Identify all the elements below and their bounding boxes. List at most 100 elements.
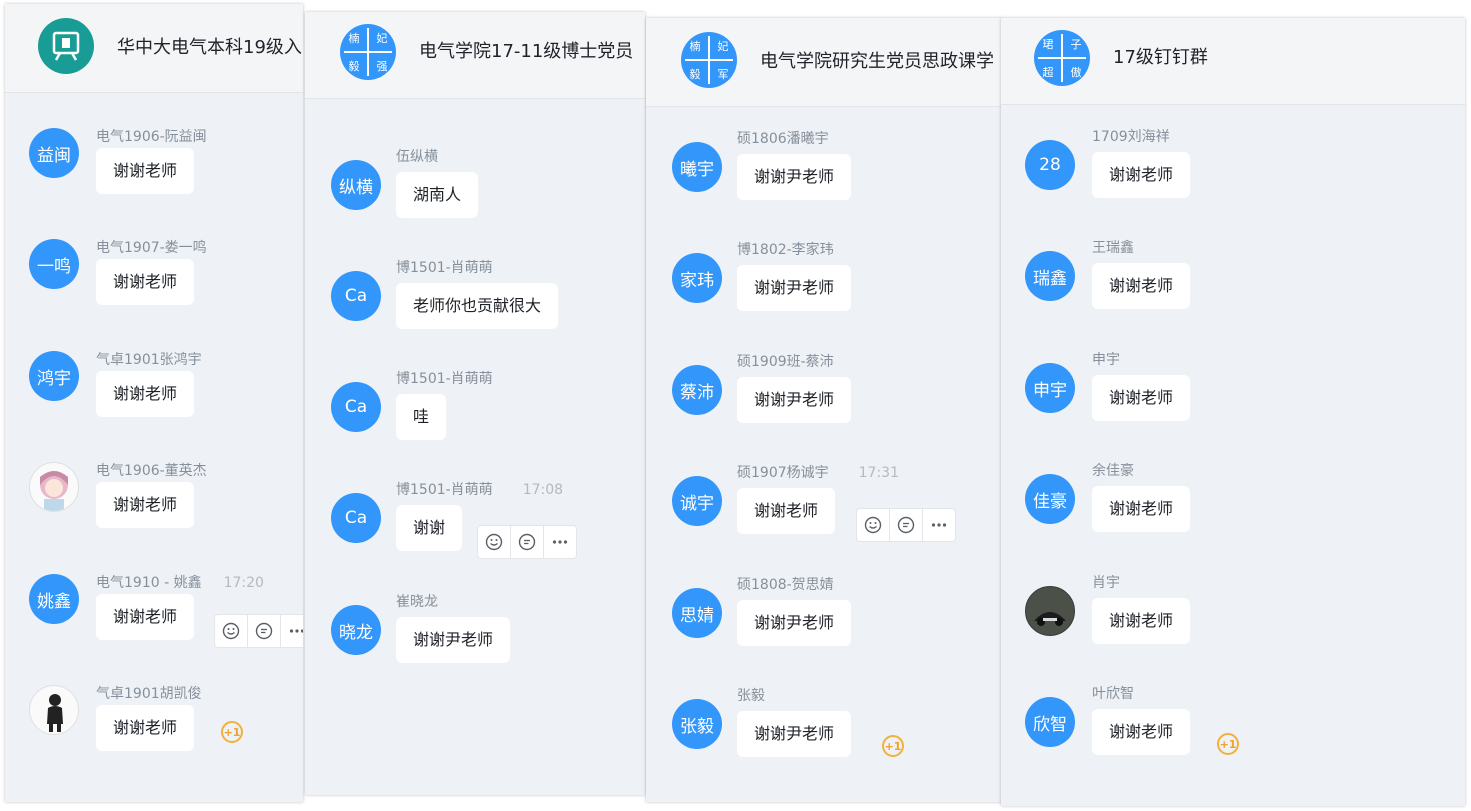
message-item: 益闽 电气1906-阮益闽 谢谢老师 bbox=[5, 128, 303, 228]
plus-one-badge[interactable]: +1 bbox=[882, 735, 904, 757]
message-item: 申宇 申宇 谢谢老师 bbox=[1001, 352, 1465, 463]
message-bubble[interactable]: 谢谢老师 bbox=[1092, 598, 1191, 644]
avatar[interactable]: Ca bbox=[331, 271, 381, 321]
message-bubble[interactable]: 谢谢老师 bbox=[96, 371, 195, 417]
group-title: 电气学院研究生党员思政课学 bbox=[760, 51, 994, 72]
anime-girl-avatar-icon[interactable] bbox=[29, 462, 79, 512]
group-avatar-char: 妃 bbox=[376, 32, 388, 45]
message-item: 思婧 硕1808-贺思婧 谢谢尹老师 bbox=[646, 577, 1002, 688]
more-button[interactable] bbox=[544, 526, 576, 558]
message-bubble[interactable]: 哇 bbox=[396, 394, 447, 440]
avatar[interactable]: 诚宇 bbox=[672, 476, 722, 526]
message-bubble[interactable]: 谢谢老师 bbox=[1092, 375, 1191, 421]
emoji-reaction-button[interactable] bbox=[478, 526, 511, 558]
avatar[interactable]: 佳豪 bbox=[1025, 474, 1075, 524]
message-item: 电气1906-董英杰 谢谢老师 bbox=[5, 462, 303, 562]
emoji-reaction-button[interactable] bbox=[857, 509, 890, 541]
chat-panel-2: 楠 妃 毅 强 电气学院17-11级博士党员 纵横 伍纵横 湖南人 Ca 博15… bbox=[305, 12, 645, 795]
message-time: 17:08 bbox=[522, 482, 564, 498]
reply-button[interactable] bbox=[890, 509, 923, 541]
plus-one-badge[interactable]: +1 bbox=[1217, 733, 1239, 755]
message-bubble[interactable]: 谢谢老师 bbox=[96, 482, 195, 528]
message-bubble[interactable]: 谢谢老师 bbox=[1092, 263, 1191, 309]
message-time: 17:31 bbox=[858, 465, 899, 481]
avatar[interactable]: 晓龙 bbox=[331, 605, 381, 655]
sender-name: 电气1907-娄一鸣 bbox=[96, 240, 207, 256]
chat-panel-1: 华中大电气本科19级入 益闽 电气1906-阮益闽 谢谢老师 一鸣 电气1907… bbox=[5, 4, 303, 802]
reply-button[interactable] bbox=[248, 615, 281, 647]
message-item: 纵横 伍纵横 湖南人 bbox=[305, 149, 645, 260]
emoji-reaction-button[interactable] bbox=[215, 615, 248, 647]
sender-label: 博1501-肖萌萌 bbox=[396, 482, 493, 498]
message-item: 蔡沛 硕1909班-蔡沛 谢谢尹老师 bbox=[646, 354, 1002, 465]
group-avatar-char: 超 bbox=[1042, 66, 1054, 79]
group-avatar[interactable]: 楠 妃 毅 强 bbox=[340, 24, 396, 80]
more-button[interactable] bbox=[923, 509, 955, 541]
message-bubble[interactable]: 谢谢尹老师 bbox=[396, 617, 511, 663]
avatar[interactable]: Ca bbox=[331, 382, 381, 432]
message-actions bbox=[477, 525, 577, 559]
avatar[interactable]: 蔡沛 bbox=[672, 365, 722, 415]
group-avatar[interactable] bbox=[38, 18, 94, 74]
group-avatar-char: 妃 bbox=[717, 40, 729, 53]
plus-one-badge[interactable]: +1 bbox=[221, 721, 243, 743]
more-button[interactable] bbox=[281, 615, 303, 647]
group-avatar[interactable]: 珺 子 超 傲 bbox=[1034, 30, 1090, 86]
avatar[interactable]: 纵横 bbox=[331, 160, 381, 210]
message-bubble[interactable]: 谢谢老师 bbox=[1092, 152, 1191, 198]
message-bubble[interactable]: 谢谢老师 bbox=[96, 594, 195, 640]
avatar[interactable]: 家玮 bbox=[672, 253, 722, 303]
message-bubble[interactable]: 谢谢尹老师 bbox=[737, 154, 852, 200]
avatar-divider bbox=[685, 59, 733, 61]
message-bubble[interactable]: 谢谢尹老师 bbox=[737, 377, 852, 423]
avatar[interactable]: 鸿宇 bbox=[29, 351, 79, 401]
sender-name: 电气1906-董英杰 bbox=[96, 463, 207, 479]
message-item: 佳豪 余佳豪 谢谢老师 bbox=[1001, 463, 1465, 574]
sender-name: 余佳豪 bbox=[1092, 463, 1134, 479]
avatar[interactable]: 张毅 bbox=[672, 699, 722, 749]
sender-name: 硕1907杨诚宇 17:31 bbox=[737, 462, 899, 482]
message-bubble[interactable]: 谢谢老师 bbox=[96, 259, 195, 305]
group-avatar-char: 楠 bbox=[348, 32, 360, 45]
ellipsis-icon bbox=[289, 629, 303, 633]
message-bubble[interactable]: 谢谢老师 bbox=[1092, 486, 1191, 532]
message-actions bbox=[214, 614, 303, 648]
avatar[interactable]: 欣智 bbox=[1025, 697, 1075, 747]
sender-label: 硕1907杨诚宇 bbox=[737, 465, 829, 481]
group-avatar-char: 强 bbox=[376, 60, 388, 73]
silhouette-avatar-icon[interactable] bbox=[29, 685, 79, 735]
message-item: 姚鑫 电气1910 - 姚鑫 17:20 谢谢老师 bbox=[5, 574, 303, 674]
avatar[interactable]: 28 bbox=[1025, 140, 1075, 190]
avatar[interactable]: 曦宇 bbox=[672, 142, 722, 192]
avatar[interactable]: 姚鑫 bbox=[29, 574, 79, 624]
group-avatar-char: 珺 bbox=[1042, 38, 1054, 51]
message-bubble[interactable]: 湖南人 bbox=[396, 172, 479, 218]
message-bubble[interactable]: 谢谢老师 bbox=[96, 705, 195, 751]
message-bubble[interactable]: 谢谢老师 bbox=[1092, 709, 1191, 755]
ellipsis-icon bbox=[931, 523, 947, 527]
message-bubble[interactable]: 老师你也贡献很大 bbox=[396, 283, 559, 329]
message-item: 一鸣 电气1907-娄一鸣 谢谢老师 bbox=[5, 239, 303, 339]
sender-name: 张毅 bbox=[737, 688, 765, 704]
avatar[interactable]: Ca bbox=[331, 493, 381, 543]
avatar[interactable]: 申宇 bbox=[1025, 363, 1075, 413]
message-bubble[interactable]: 谢谢尹老师 bbox=[737, 265, 852, 311]
car-photo-avatar-icon[interactable] bbox=[1025, 586, 1075, 636]
message-bubble[interactable]: 谢谢尹老师 bbox=[737, 711, 852, 757]
avatar[interactable]: 思婧 bbox=[672, 588, 722, 638]
presentation-board-icon bbox=[52, 31, 80, 61]
avatar[interactable]: 一鸣 bbox=[29, 239, 79, 289]
avatar[interactable]: 瑞鑫 bbox=[1025, 251, 1075, 301]
avatar[interactable]: 益闽 bbox=[29, 128, 79, 178]
group-title: 17级钉钉群 bbox=[1113, 47, 1208, 68]
message-bubble[interactable]: 谢谢老师 bbox=[96, 148, 195, 194]
reply-button[interactable] bbox=[511, 526, 544, 558]
message-bubble[interactable]: 谢谢 bbox=[396, 505, 463, 551]
message-bubble[interactable]: 谢谢尹老师 bbox=[737, 600, 852, 646]
sender-name: 博1802-李家玮 bbox=[737, 242, 834, 258]
message-item: Ca 博1501-肖萌萌 17:08 谢谢 bbox=[305, 482, 645, 593]
group-title: 华中大电气本科19级入 bbox=[117, 37, 302, 58]
group-avatar[interactable]: 楠 妃 毅 军 bbox=[681, 32, 737, 88]
message-time: 17:20 bbox=[223, 575, 264, 591]
message-bubble[interactable]: 谢谢老师 bbox=[737, 488, 836, 534]
